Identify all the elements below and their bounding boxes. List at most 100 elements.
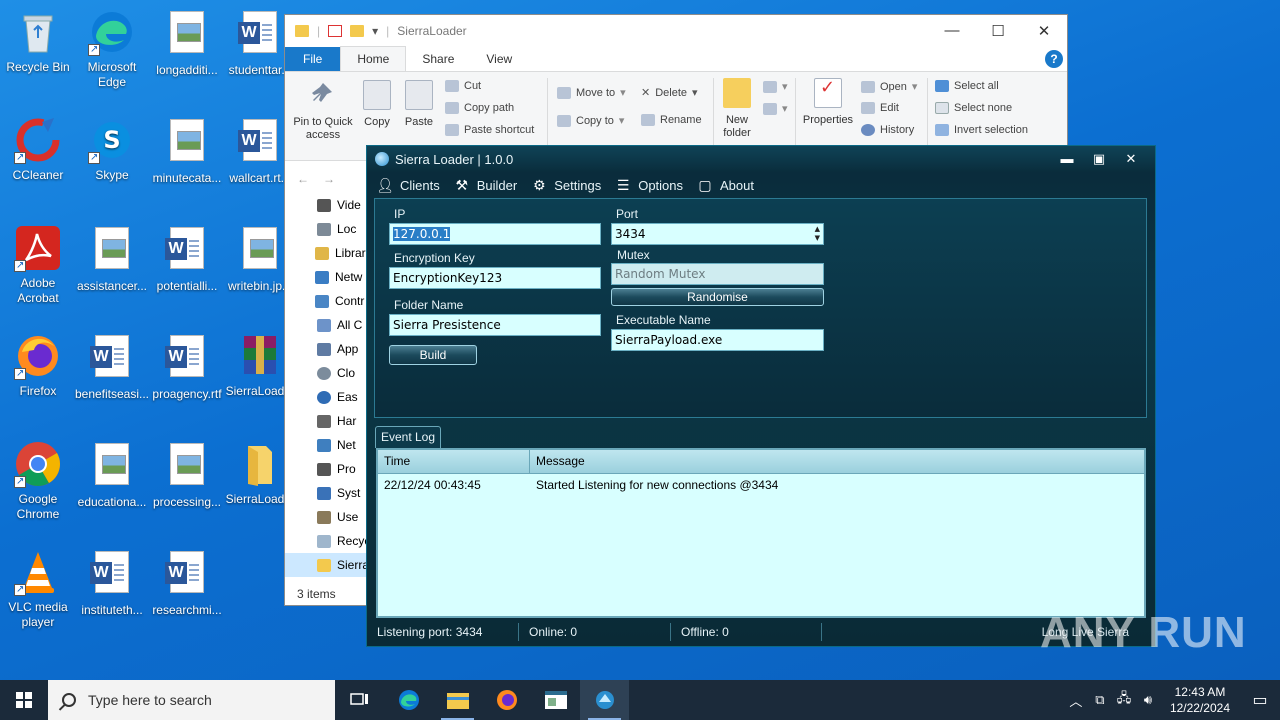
edit-button[interactable]: Edit bbox=[861, 102, 899, 114]
tab-event-log[interactable]: Event Log bbox=[375, 426, 441, 448]
column-header-message[interactable]: Message bbox=[530, 450, 1144, 473]
column-header-time[interactable]: Time bbox=[378, 450, 530, 473]
invert-selection-button[interactable]: Invert selection bbox=[935, 124, 1028, 136]
nav-item[interactable]: Vide bbox=[285, 193, 367, 217]
taskbar-search-input[interactable]: Type here to search bbox=[48, 680, 335, 720]
nav-item[interactable]: Loc bbox=[285, 217, 367, 241]
firefox-icon[interactable]: Firefox bbox=[0, 332, 76, 399]
help-icon[interactable]: ? bbox=[1045, 50, 1063, 68]
menu-about[interactable]: ▢ About bbox=[697, 177, 754, 193]
maximize-button[interactable]: ▣ bbox=[1085, 151, 1113, 167]
select-none-button[interactable]: Select none bbox=[935, 102, 1012, 114]
network-activity-icon[interactable]: ⧉ bbox=[1088, 692, 1112, 708]
delete-button[interactable]: ✕ Delete ▾ bbox=[641, 86, 698, 100]
menu-options[interactable]: ☰ Options bbox=[615, 177, 683, 193]
open-button[interactable]: Open ▾ bbox=[861, 80, 917, 93]
nav-item[interactable]: Librar bbox=[285, 241, 367, 265]
rename-button[interactable]: Rename bbox=[641, 114, 702, 126]
nav-arrows[interactable]: ←→ bbox=[285, 165, 367, 193]
google-chrome-icon[interactable]: Google Chrome bbox=[0, 440, 76, 522]
copy-to-button[interactable]: Copy to ▾ bbox=[557, 114, 624, 127]
nav-item[interactable]: Clo bbox=[285, 361, 367, 385]
taskbar-firefox-button[interactable] bbox=[482, 680, 531, 720]
start-button[interactable] bbox=[0, 680, 48, 720]
new-folder-button[interactable]: New folder bbox=[717, 74, 757, 140]
executable-name-input[interactable]: SierraPayload.exe bbox=[611, 329, 824, 351]
sierra-titlebar[interactable]: Sierra Loader | 1.0.0 ▬ ▣ ✕ bbox=[367, 146, 1155, 172]
nav-item[interactable]: Net bbox=[285, 433, 367, 457]
taskbar-sierra-button[interactable] bbox=[580, 680, 629, 720]
pin-to-quick-access-button[interactable]: Pin to Quick access bbox=[291, 76, 355, 142]
quick-access-dropdown-icon[interactable]: ▾ bbox=[372, 24, 378, 38]
close-button[interactable]: ✕ bbox=[1117, 151, 1145, 167]
network-icon[interactable]: 🖧︎ bbox=[1112, 689, 1136, 711]
ccleaner-icon[interactable]: CCleaner bbox=[0, 116, 76, 183]
nav-item[interactable]: Eas bbox=[285, 385, 367, 409]
minimize-button[interactable]: ▬ bbox=[1053, 151, 1081, 167]
easy-access-button[interactable]: ▾ bbox=[763, 102, 788, 115]
taskbar-explorer-button[interactable] bbox=[433, 680, 482, 720]
task-view-button[interactable] bbox=[335, 680, 384, 720]
new-folder-icon[interactable] bbox=[350, 25, 365, 37]
ip-input[interactable]: 127.0.0.1 bbox=[389, 223, 601, 245]
cut-button[interactable]: Cut bbox=[445, 80, 481, 92]
nav-item[interactable]: Pro bbox=[285, 457, 367, 481]
menu-builder[interactable]: ⚒︎ Builder bbox=[454, 177, 517, 193]
chevron-up-icon[interactable]: ︿ bbox=[1064, 691, 1088, 710]
volume-icon[interactable]: 🔊︎ bbox=[1136, 692, 1160, 708]
adobe-acrobat-icon[interactable]: Adobe Acrobat bbox=[0, 224, 76, 306]
recycle-bin-icon[interactable]: Recycle Bin bbox=[0, 8, 76, 75]
microsoft-edge-icon[interactable]: Microsoft Edge bbox=[74, 8, 150, 90]
word-document-icon[interactable]: proagency.rtf bbox=[149, 332, 225, 402]
spinner-arrows-icon[interactable]: ▲ ▼ bbox=[815, 225, 820, 243]
nav-item[interactable]: Sierra bbox=[285, 553, 367, 577]
folder-name-input[interactable]: Sierra Presistence bbox=[389, 314, 601, 336]
nav-item[interactable]: Use bbox=[285, 505, 367, 529]
tab-home[interactable]: Home bbox=[340, 46, 407, 71]
nav-item[interactable]: Contr bbox=[285, 289, 367, 313]
clock[interactable]: 12:43 AM 12/22/2024 bbox=[1160, 684, 1240, 716]
explorer-titlebar[interactable]: | ▾ | SierraLoader — ☐ ✕ bbox=[285, 15, 1067, 47]
nav-item[interactable]: App bbox=[285, 337, 367, 361]
skype-icon[interactable]: S Skype bbox=[74, 116, 150, 183]
vlc-media-player-icon[interactable]: VLC media player bbox=[0, 548, 76, 630]
nav-item[interactable]: All C bbox=[285, 313, 367, 337]
port-stepper[interactable]: 3434 ▲ ▼ bbox=[611, 223, 824, 245]
randomise-button[interactable]: Randomise bbox=[611, 288, 824, 306]
paste-button[interactable]: Paste bbox=[401, 76, 437, 129]
taskbar-edge-button[interactable] bbox=[384, 680, 433, 720]
table-row[interactable]: 22/12/24 00:43:45 Started Listening for … bbox=[378, 474, 1144, 492]
new-item-button[interactable]: ▾ bbox=[763, 80, 788, 93]
word-document-icon[interactable]: benefitseasi... bbox=[74, 332, 150, 402]
tab-view[interactable]: View bbox=[470, 47, 528, 71]
paste-shortcut-button[interactable]: Paste shortcut bbox=[445, 124, 534, 136]
maximize-button[interactable]: ☐ bbox=[975, 22, 1021, 40]
properties-button[interactable]: ✓ Properties bbox=[799, 74, 857, 127]
tab-share[interactable]: Share bbox=[406, 47, 470, 71]
build-button[interactable]: Build bbox=[389, 345, 477, 365]
image-file-icon[interactable]: educationa... bbox=[74, 440, 150, 510]
tab-file[interactable]: File bbox=[285, 47, 341, 71]
image-file-icon[interactable]: processing... bbox=[149, 440, 225, 510]
image-file-icon[interactable]: minutecata... bbox=[149, 116, 225, 186]
word-document-icon[interactable]: researchmi... bbox=[149, 548, 225, 618]
mutex-input[interactable]: Random Mutex bbox=[611, 263, 824, 285]
nav-item[interactable]: Syst bbox=[285, 481, 367, 505]
notifications-icon[interactable]: ▭ bbox=[1240, 690, 1280, 710]
select-all-button[interactable]: Select all bbox=[935, 80, 999, 92]
taskbar-app-button[interactable] bbox=[531, 680, 580, 720]
history-button[interactable]: History bbox=[861, 124, 914, 136]
menu-settings[interactable]: ⚙︎ Settings bbox=[531, 177, 601, 193]
copy-path-button[interactable]: Copy path bbox=[445, 102, 514, 114]
word-document-icon[interactable]: potentialli... bbox=[149, 224, 225, 294]
encryption-key-input[interactable]: EncryptionKey123 bbox=[389, 267, 601, 289]
minimize-button[interactable]: — bbox=[929, 22, 975, 40]
move-to-button[interactable]: Move to ▾ bbox=[557, 86, 626, 99]
image-file-icon[interactable]: longadditi... bbox=[149, 8, 225, 78]
close-button[interactable]: ✕ bbox=[1021, 22, 1067, 40]
menu-clients[interactable]: 👤︎ Clients bbox=[376, 177, 440, 193]
word-document-icon[interactable]: instituteth... bbox=[74, 548, 150, 618]
nav-item[interactable]: Recyc bbox=[285, 529, 367, 553]
image-file-icon[interactable]: assistancer... bbox=[74, 224, 150, 294]
properties-check-icon[interactable] bbox=[328, 25, 343, 37]
